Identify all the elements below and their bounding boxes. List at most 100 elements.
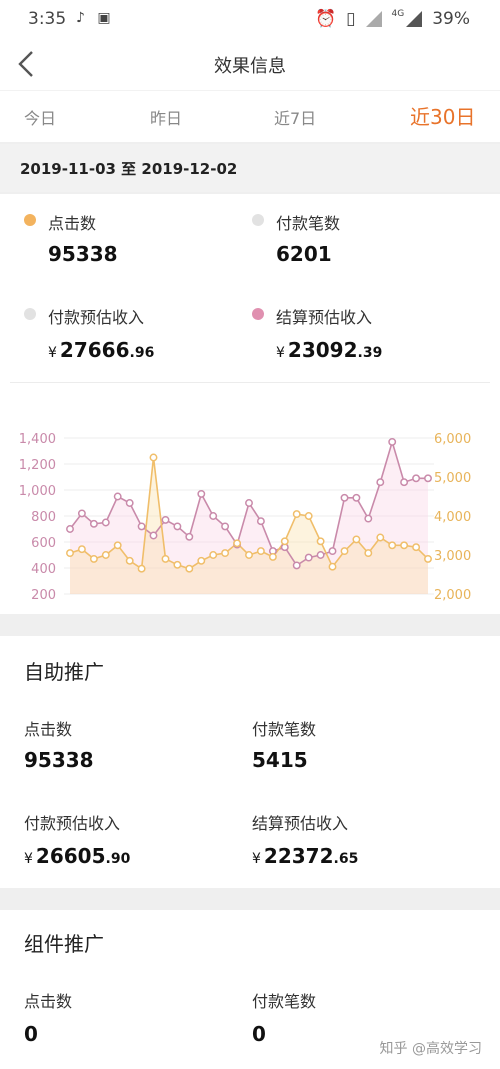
self-promo-title: 自助推广	[24, 660, 104, 684]
y-left-tick-label: 1,200	[19, 458, 56, 473]
data-point	[113, 492, 122, 501]
alarm-icon: ⏰	[314, 9, 337, 29]
data-point	[280, 537, 289, 546]
data-point	[304, 553, 313, 562]
y-left-tick-label: 600	[31, 536, 56, 551]
data-point	[185, 564, 194, 573]
data-point	[412, 474, 421, 483]
widget-orders-label: 付款笔数	[252, 992, 317, 1011]
orders-value: 6201	[276, 242, 332, 266]
widget-clicks-label: 点击数	[24, 992, 73, 1011]
y-right-tick-label: 4,000	[434, 510, 471, 525]
data-point	[209, 512, 218, 520]
data-point	[245, 551, 253, 559]
tab-yesterday[interactable]: 昨日	[150, 105, 182, 129]
tab-30days[interactable]: 近30日	[410, 101, 475, 130]
y-right-tick-label: 5,000	[434, 471, 471, 486]
status-right: ⏰ ▯ 4G 39%	[315, 9, 470, 29]
settle-income-legend-dot	[252, 308, 264, 320]
data-point	[304, 512, 313, 520]
data-point	[185, 532, 194, 541]
data-point	[316, 537, 325, 546]
data-point	[137, 564, 146, 573]
data-point	[424, 474, 432, 483]
divider	[10, 382, 490, 383]
data-point	[101, 551, 110, 559]
data-point	[256, 517, 265, 526]
data-point	[101, 518, 110, 527]
data-point	[221, 549, 230, 558]
data-point	[328, 562, 337, 571]
data-point	[388, 437, 397, 446]
status-notification-icons: ♪ ▣	[76, 10, 111, 26]
clicks-value: 95338	[48, 242, 118, 266]
self-pay-income-label: 付款预估收入	[24, 814, 121, 833]
orders-legend-dot	[252, 214, 264, 226]
settle-income-value: ¥23092.39	[276, 338, 383, 362]
data-point	[173, 522, 182, 531]
self-promo-card: 自助推广 点击数 95338 付款笔数 5415 付款预估收入 ¥26605.9…	[0, 636, 500, 888]
data-point	[352, 493, 361, 502]
data-point	[137, 522, 146, 531]
data-point	[400, 478, 409, 487]
y-left-tick-label: 1,000	[19, 484, 56, 499]
data-point	[197, 556, 206, 565]
data-point	[340, 547, 349, 556]
y-left-tick-label: 800	[31, 510, 56, 525]
wifi-signal-icon	[365, 11, 382, 27]
tab-7days[interactable]: 近7日	[274, 105, 316, 129]
data-point	[412, 543, 421, 552]
y-left-tick-label: 1,400	[19, 432, 56, 447]
data-point	[113, 541, 122, 550]
data-point	[268, 552, 277, 561]
data-point	[149, 453, 158, 462]
tab-today[interactable]: 今日	[24, 105, 56, 129]
self-settle-income-value: ¥22372.65	[252, 844, 359, 868]
data-point	[316, 551, 325, 559]
self-settle-income-label: 结算预估收入	[252, 814, 349, 833]
period-tabs: 今日 昨日 近7日 近30日	[0, 90, 500, 142]
pay-income-label[interactable]: 付款预估收入	[48, 304, 144, 328]
date-range-row: 2019-11-03 至 2019-12-02	[0, 144, 500, 192]
orders-label[interactable]: 付款笔数	[276, 210, 340, 234]
network-type: 4G	[391, 9, 405, 19]
data-point	[173, 560, 182, 569]
data-point	[197, 489, 206, 498]
image-icon: ▣	[97, 10, 111, 26]
status-time: 3:35	[28, 9, 67, 29]
data-point	[400, 541, 409, 550]
trend-chart[interactable]: 200 400 600 800 1,000 1,200 1,400 2,000 3,000 4,0…	[0, 420, 500, 610]
data-point	[364, 514, 373, 523]
battery-level: 39%	[432, 9, 470, 29]
widget-promo-title: 组件推广	[24, 932, 104, 956]
nav-bar: 效果信息	[0, 38, 500, 90]
data-point	[125, 556, 134, 565]
y-right-tick-label: 6,000	[434, 432, 471, 447]
widget-clicks-value: 0	[24, 1022, 38, 1046]
data-point	[388, 541, 397, 550]
vibrate-icon: ▯	[346, 9, 356, 29]
y-left-tick-label: 200	[31, 588, 56, 603]
data-point	[292, 510, 301, 519]
y-right-tick-label: 2,000	[434, 588, 471, 603]
y-left-tick-label: 400	[31, 562, 56, 577]
self-clicks-value: 95338	[24, 748, 94, 772]
summary-card: 点击数 95338 付款笔数 6201 付款预估收入 ¥27666.96 结算预…	[0, 194, 500, 614]
data-point	[149, 531, 158, 540]
data-point	[161, 554, 170, 563]
data-point	[256, 547, 265, 556]
data-point	[376, 533, 385, 542]
data-point	[89, 519, 98, 528]
self-pay-income-value: ¥26605.90	[24, 844, 131, 868]
settle-income-label[interactable]: 结算预估收入	[276, 304, 372, 328]
data-point	[292, 561, 301, 570]
data-point	[328, 547, 337, 556]
data-point	[77, 545, 86, 554]
watermark: 知乎 @高效学习	[379, 1041, 482, 1057]
data-point	[376, 478, 385, 487]
clicks-label[interactable]: 点击数	[48, 210, 96, 234]
data-point	[424, 554, 432, 563]
pay-income-legend-dot	[24, 308, 36, 320]
data-point	[77, 509, 86, 518]
date-range: 2019-11-03 至 2019-12-02	[20, 160, 238, 178]
